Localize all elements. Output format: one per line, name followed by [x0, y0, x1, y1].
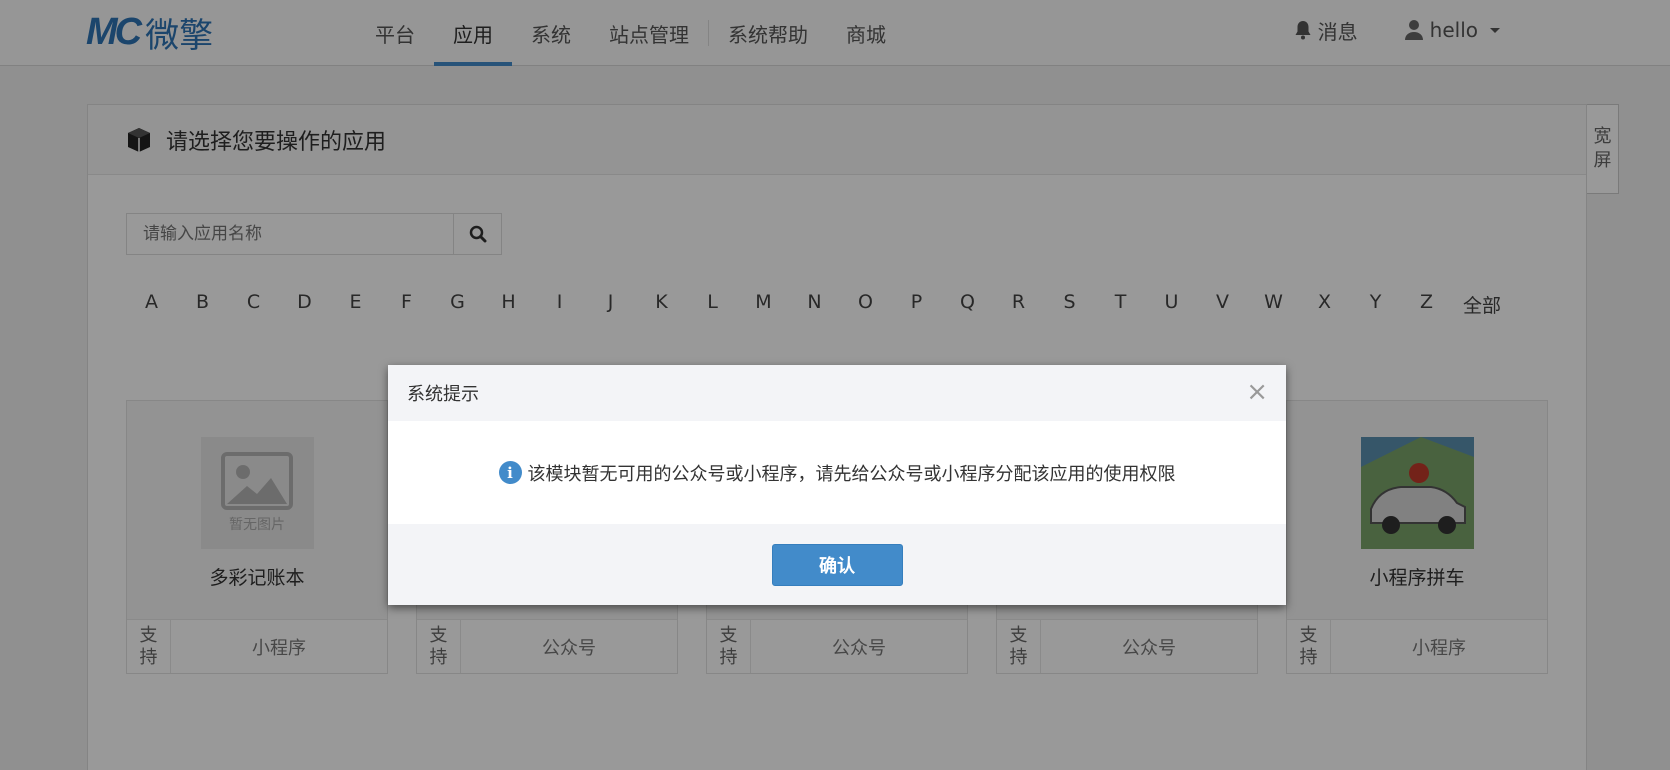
- modal-header: 系统提示 ×: [388, 365, 1286, 421]
- modal-footer: 确认: [388, 524, 1286, 605]
- modal-body: i 该模块暂无可用的公众号或小程序，请先给公众号或小程序分配该应用的使用权限: [388, 421, 1286, 524]
- confirm-button[interactable]: 确认: [771, 543, 903, 586]
- info-icon: i: [498, 461, 522, 484]
- modal-title: 系统提示: [407, 384, 479, 405]
- close-icon[interactable]: ×: [1246, 379, 1268, 405]
- modal-message: 该模块暂无可用的公众号或小程序，请先给公众号或小程序分配该应用的使用权限: [527, 463, 1176, 485]
- system-alert-dialog: 系统提示 × i 该模块暂无可用的公众号或小程序，请先给公众号或小程序分配该应用…: [388, 365, 1286, 605]
